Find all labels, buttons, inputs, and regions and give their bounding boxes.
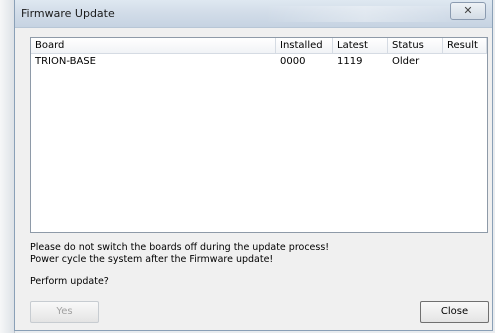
close-icon: ✕ xyxy=(463,4,473,17)
power-cycle-message: Power cycle the system after the Firmwar… xyxy=(30,254,274,265)
column-header-result[interactable]: Result xyxy=(443,38,487,53)
board-list[interactable]: Board Installed Latest Status Result TRI… xyxy=(30,37,488,233)
cell-board: TRION-BASE xyxy=(35,56,96,67)
firmware-update-dialog: Firmware Update ✕ Board Installed Latest… xyxy=(14,0,493,331)
close-button[interactable]: Close xyxy=(420,301,489,323)
prompt-text: Perform update? xyxy=(30,276,109,287)
warning-message: Please do not switch the boards off duri… xyxy=(30,242,330,253)
cell-result xyxy=(443,54,487,69)
column-header-board[interactable]: Board xyxy=(31,38,276,53)
cell-status: Older xyxy=(392,56,420,67)
column-header-installed[interactable]: Installed xyxy=(276,38,333,53)
close-window-button[interactable]: ✕ xyxy=(450,2,486,20)
column-header-latest[interactable]: Latest xyxy=(333,38,388,53)
window-title: Firmware Update xyxy=(21,7,115,20)
title-bar-glare xyxy=(265,6,465,22)
list-header: Board Installed Latest Status Result xyxy=(31,38,487,54)
title-bar: Firmware Update ✕ xyxy=(15,0,492,28)
cell-installed: 0000 xyxy=(280,56,306,67)
cell-latest: 1119 xyxy=(337,56,363,67)
yes-button[interactable]: Yes xyxy=(30,301,99,323)
background-edge xyxy=(0,0,15,333)
column-header-status[interactable]: Status xyxy=(388,38,443,53)
table-row[interactable]: TRION-BASE 0000 1119 Older xyxy=(31,54,487,69)
